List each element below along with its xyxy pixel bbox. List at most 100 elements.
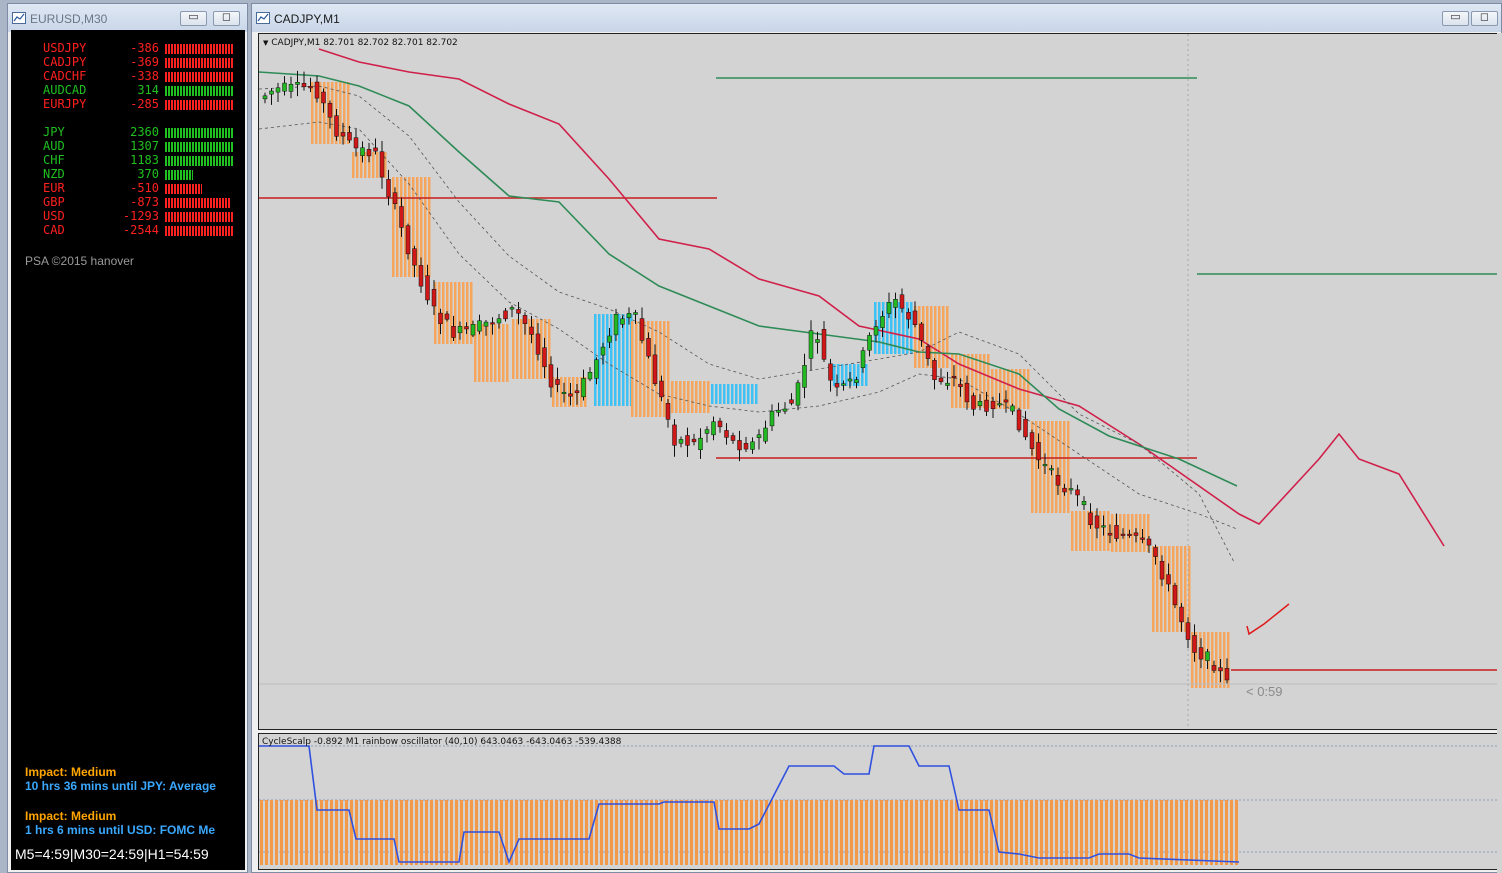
strength-name: EUR — [43, 181, 65, 195]
oscillator-bar — [1215, 800, 1218, 865]
oscillator-bar — [375, 800, 378, 865]
oscillator-bar — [1090, 800, 1093, 865]
signal-bar-stripe — [679, 381, 682, 413]
signal-bar-stripe — [1156, 546, 1159, 632]
oscillator-bar — [355, 800, 358, 865]
candlestick — [288, 83, 294, 92]
signal-bar-stripe — [1211, 632, 1214, 688]
candlestick — [906, 312, 911, 320]
oscillator-bar — [720, 800, 723, 865]
strength-row-jpy: JPY 2360 — [11, 125, 245, 139]
signal-bar-stripe — [663, 321, 666, 417]
candlestick — [600, 346, 606, 356]
oscillator-bar — [680, 800, 683, 865]
cadjpy-titlebar[interactable]: CADJPY,M1 ▭ ◻ — [252, 4, 1501, 32]
candlestick — [626, 313, 632, 318]
minimize-button[interactable]: ▭ — [1442, 10, 1469, 26]
signal-bar-stripe — [951, 354, 954, 408]
candlestick — [737, 440, 742, 451]
price-scale — [1497, 33, 1502, 873]
strength-bar — [165, 170, 193, 180]
oscillator-bar — [640, 800, 643, 865]
oscillator-bar — [370, 800, 373, 865]
candlestick — [938, 377, 944, 383]
oscillator-bar — [525, 800, 528, 865]
oscillator-bar — [1230, 800, 1233, 865]
candlestick — [1185, 622, 1191, 640]
oscillator-bar — [565, 800, 568, 865]
signal-bar-stripe — [1067, 421, 1070, 513]
oscillator-bar — [305, 800, 308, 865]
candlestick — [438, 312, 443, 325]
oscillator-bar — [700, 800, 703, 865]
oscillator-bar — [410, 800, 413, 865]
signal-bar-stripe — [311, 82, 314, 144]
signal-bar-stripe — [723, 384, 726, 404]
strength-value: -1293 — [122, 209, 159, 223]
oscillator-subwindow[interactable]: CycleScalp -0.892 M1 rainbow oscillator … — [258, 733, 1498, 870]
candlestick — [555, 379, 560, 385]
oscillator-bar — [550, 800, 553, 865]
candlestick — [854, 379, 859, 384]
minimize-button[interactable]: ▭ — [180, 10, 207, 26]
strength-value: 2360 — [130, 125, 159, 139]
oscillator-bar — [1010, 800, 1013, 865]
candlestick — [327, 103, 333, 118]
oscillator-bar — [1150, 800, 1153, 865]
signal-bar-stripe — [938, 306, 941, 368]
signal-bar-stripe — [424, 177, 427, 277]
candlestick — [483, 321, 489, 327]
oscillator-bar — [625, 800, 628, 865]
oscillator-bar — [955, 800, 958, 865]
strength-name: EURJPY — [43, 97, 87, 111]
price-chart-canvas[interactable] — [259, 34, 1498, 730]
signal-bar-stripe — [1164, 546, 1167, 632]
strength-bar — [165, 184, 202, 194]
signal-bar-stripe — [635, 321, 638, 417]
candlestick — [1055, 475, 1061, 486]
candlestick — [1172, 585, 1178, 606]
strength-row-aud: AUD 1307 — [11, 139, 245, 153]
strength-name: CHF — [43, 153, 65, 167]
candlestick — [1153, 547, 1158, 557]
candlestick — [587, 372, 593, 380]
strength-bar — [165, 44, 234, 54]
candlestick — [399, 206, 404, 228]
candlestick — [347, 132, 352, 141]
signal-bar-stripe — [715, 384, 718, 404]
candlestick — [1036, 442, 1041, 461]
candlestick — [503, 310, 508, 320]
maximize-button[interactable]: ◻ — [213, 10, 240, 26]
oscillator-bar — [1135, 800, 1138, 865]
signal-bar-stripe — [396, 177, 399, 277]
signal-bar-stripe — [1011, 369, 1014, 409]
oscillator-bar — [620, 800, 623, 865]
signal-bar-stripe — [1023, 369, 1026, 409]
oscillator-bar — [390, 800, 393, 865]
oscillator-bar — [1190, 800, 1193, 865]
maximize-button[interactable]: ◻ — [1471, 10, 1498, 26]
oscillator-canvas[interactable] — [259, 734, 1498, 870]
candlestick — [444, 313, 450, 320]
strength-row-cadjpy: CADJPY -369 — [11, 55, 245, 69]
signal-bar-stripe — [751, 384, 754, 404]
oscillator-bar — [405, 800, 408, 865]
oscillator-bar — [300, 800, 303, 865]
oscillator-bar — [695, 800, 698, 865]
strength-name: AUD — [43, 139, 65, 153]
candlestick — [815, 339, 820, 343]
candlestick — [269, 90, 274, 95]
strength-bar — [165, 198, 231, 208]
candlestick — [847, 378, 853, 382]
candlestick — [1010, 405, 1015, 412]
oscillator-bar — [260, 800, 263, 865]
signal-bar-stripe — [466, 282, 469, 344]
strength-name: NZD — [43, 167, 65, 181]
strength-value: 1307 — [130, 139, 159, 153]
candlestick — [971, 395, 976, 410]
price-chart[interactable]: ▼ CADJPY,M1 82.701 82.702 82.701 82.702 … — [258, 33, 1498, 730]
candlestick — [886, 302, 892, 314]
eurusd-titlebar[interactable]: EURUSD,M30 ▭ ◻ — [8, 4, 247, 32]
strength-value: -2544 — [122, 223, 159, 237]
candlestick — [509, 307, 515, 310]
